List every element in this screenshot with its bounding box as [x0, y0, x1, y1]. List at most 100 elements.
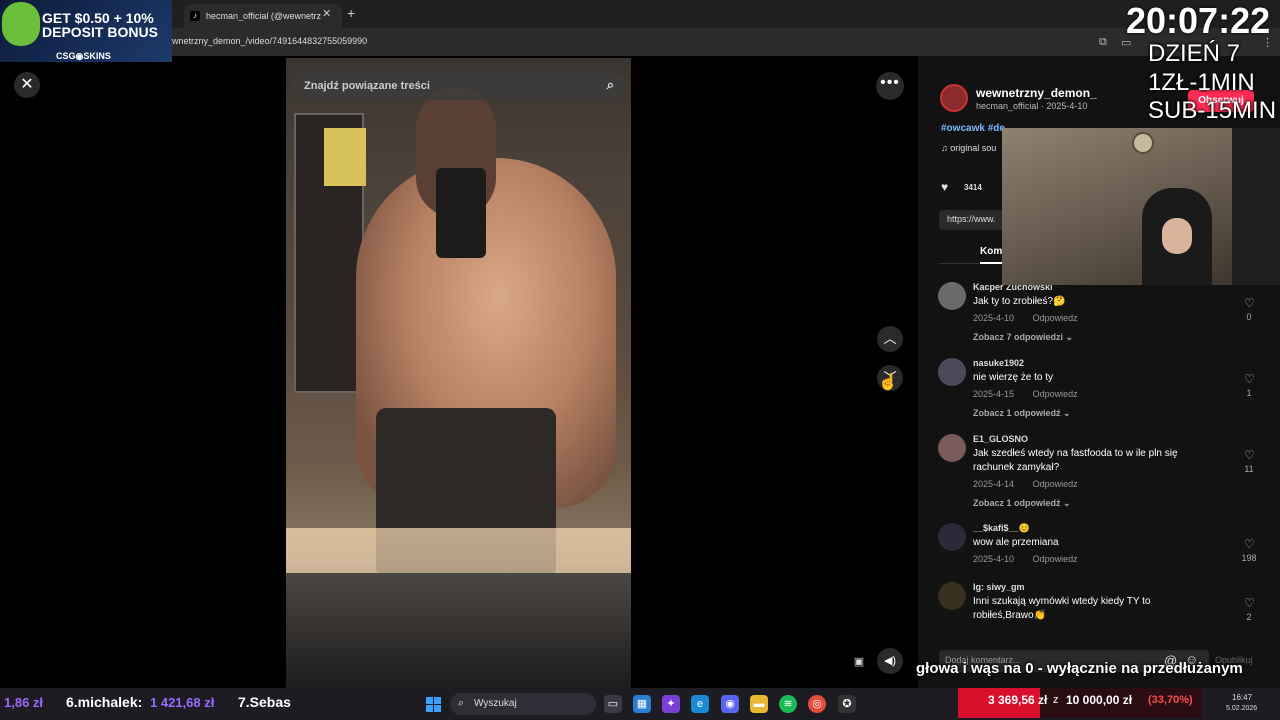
comment-user[interactable]: __$kafi$__😊 — [973, 523, 1030, 534]
donation-amount: 1,86 zł — [4, 695, 44, 710]
comment-meta: 2025-4-15 Odpowiedz — [973, 389, 1094, 399]
comment-like-count: 1 — [1246, 388, 1252, 398]
comment-text: Jak szedłeś wtedy na fastfooda to w ile … — [973, 448, 1178, 473]
comment-date: 2025-4-15 — [973, 389, 1015, 399]
picture-in-picture-icon[interactable]: ▣ — [849, 652, 869, 672]
translate-icon[interactable]: ⧉ — [1099, 36, 1107, 49]
chair — [1232, 128, 1280, 285]
music-link[interactable]: ♫ original sou — [941, 143, 996, 153]
system-time[interactable]: 16:47 — [1232, 693, 1252, 702]
avatar[interactable] — [938, 582, 966, 610]
reply-button[interactable]: Odpowiedz — [1033, 479, 1078, 489]
volume-icon[interactable]: ◀) — [877, 648, 903, 674]
comment-user[interactable]: E1_GLOSNO — [973, 434, 1028, 444]
edge-icon[interactable]: e — [691, 695, 709, 713]
reply-button[interactable]: Odpowiedz — [1033, 313, 1078, 323]
heart-icon[interactable]: ♡ — [1244, 596, 1255, 610]
comment-date: 2025-4-10 — [973, 313, 1015, 323]
search-icon[interactable]: ⌕ — [607, 77, 614, 93]
copilot-icon[interactable]: ✦ — [662, 695, 680, 713]
comment-user[interactable]: nasuke1902 — [973, 358, 1024, 368]
video-link-field[interactable]: https://www. — [939, 210, 1009, 230]
like-count: 3414 — [964, 183, 982, 192]
goal-target: 10 000,00 zł — [1066, 693, 1133, 707]
donor-name: 6.michalek: — [66, 694, 143, 710]
folder-icon[interactable]: ▬ — [750, 695, 768, 713]
video-sign — [324, 128, 366, 186]
store-icon[interactable]: ▦ — [633, 695, 651, 713]
hashtags[interactable]: #owcawk #de — [941, 123, 1005, 134]
comment-text: wow ale przemiana — [973, 537, 1059, 548]
related-search-input[interactable]: Znajdź powiązane treści ⌕ — [292, 72, 624, 100]
comment-meta: 2025-4-10 Odpowiedz — [973, 554, 1094, 564]
comment-date: 2025-4-10 — [973, 554, 1015, 564]
comment-user[interactable]: Ig: siwy_gm — [973, 582, 1025, 592]
video-phone — [436, 168, 486, 258]
tab-title: hecman_official (@wewnetrz — [206, 11, 322, 21]
discord-icon[interactable]: ◉ — [721, 695, 739, 713]
comment-like-count: 0 — [1246, 312, 1252, 322]
promo-line-2: DEPOSIT BONUS — [42, 24, 158, 40]
view-replies-button[interactable]: Zobacz 1 odpowiedź ⌄ — [973, 498, 1071, 509]
video-player[interactable] — [286, 58, 631, 688]
windows-start-icon[interactable] — [426, 697, 441, 712]
donation-amount: 1 421,68 zł — [150, 695, 215, 710]
comment-meta: 2025-4-10 Odpowiedz — [973, 313, 1094, 323]
avatar[interactable] — [938, 434, 966, 462]
view-replies-button[interactable]: Zobacz 1 odpowiedź ⌄ — [973, 408, 1071, 419]
author-avatar[interactable] — [940, 84, 968, 112]
mouse-cursor-icon: ☝ — [878, 374, 898, 391]
comment-text: Jak ty to zrobiłeś?🤔 — [973, 296, 1066, 307]
task-view-icon[interactable]: ▭ — [604, 695, 622, 713]
app-icon[interactable]: ✪ — [838, 695, 856, 713]
comment-date: 2025-4-14 — [973, 479, 1015, 489]
tab-comments[interactable]: Kom — [980, 246, 1002, 257]
heart-icon[interactable]: ♡ — [1244, 296, 1255, 310]
stream-rate: 1ZŁ-1MIN — [1148, 69, 1255, 96]
avatar[interactable] — [938, 282, 966, 310]
previous-video-button[interactable]: ︿ — [877, 326, 903, 352]
reply-button[interactable]: Odpowiedz — [1033, 389, 1078, 399]
spotify-icon[interactable]: ≋ — [779, 695, 797, 713]
system-date[interactable]: 5.02.2026 — [1226, 705, 1257, 712]
stream-clock: 20:07:22 — [1126, 0, 1271, 41]
view-replies-button[interactable]: Zobacz 7 odpowiedzi ⌄ — [973, 332, 1073, 343]
author-subline: hecman_official · 2025-4-10 — [976, 101, 1088, 111]
author-name[interactable]: wewnetrzny_demon_ — [976, 86, 1097, 100]
heart-icon[interactable]: ♡ — [1244, 448, 1255, 462]
stream-day: DZIEŃ 7 — [1148, 40, 1241, 67]
heart-icon[interactable]: ♡ — [1244, 537, 1255, 551]
stream-sub-rate: SUB-15MIN — [1148, 97, 1277, 124]
search-placeholder: Znajdź powiązane treści — [304, 80, 430, 92]
search-icon: ⌕ — [458, 697, 465, 709]
streamer-face — [1162, 218, 1192, 254]
mascot-image — [2, 2, 40, 46]
url-field[interactable]: wnetrzny_demon_/video/749164483275505999… — [172, 36, 367, 46]
goal-current: 3 369,56 zł — [988, 693, 1048, 707]
heart-icon[interactable]: ♥ — [941, 180, 948, 194]
heart-icon[interactable]: ♡ — [1244, 372, 1255, 386]
reply-button[interactable]: Odpowiedz — [1033, 554, 1078, 564]
taskbar-search-label: Wyszukaj — [474, 698, 517, 709]
taskbar-search-input[interactable]: ⌕ Wyszukaj — [450, 693, 596, 715]
comment-like-count: 2 — [1246, 612, 1252, 622]
goal-separator: z — [1053, 694, 1059, 706]
goal-percent: (33,70%) — [1148, 694, 1193, 706]
close-video-button[interactable]: ✕ — [14, 72, 40, 98]
donor-name: 7.Sebas — [238, 694, 291, 710]
chrome-icon[interactable]: ◎ — [808, 695, 826, 713]
avatar[interactable] — [938, 523, 966, 551]
video-floor — [286, 573, 631, 688]
comment-like-count: 198 — [1241, 553, 1257, 563]
comment-text: nie wierzę że to ty — [973, 372, 1054, 383]
new-tab-icon[interactable]: + — [347, 5, 355, 21]
tab-close-icon[interactable]: ✕ — [322, 7, 331, 20]
tiktok-favicon-icon: ♪ — [190, 11, 200, 21]
comment-like-count: 11 — [1244, 464, 1254, 474]
browser-tab[interactable]: ♪ hecman_official (@wewnetrz — [184, 4, 342, 28]
avatar[interactable] — [938, 358, 966, 386]
more-options-button[interactable]: ••• — [876, 72, 904, 100]
promo-brand: CSG◉SKINS — [56, 51, 111, 61]
wall-clock — [1132, 132, 1154, 154]
comment-text: Inni szukają wymówki wtedy kiedy TY to r… — [973, 596, 1151, 621]
